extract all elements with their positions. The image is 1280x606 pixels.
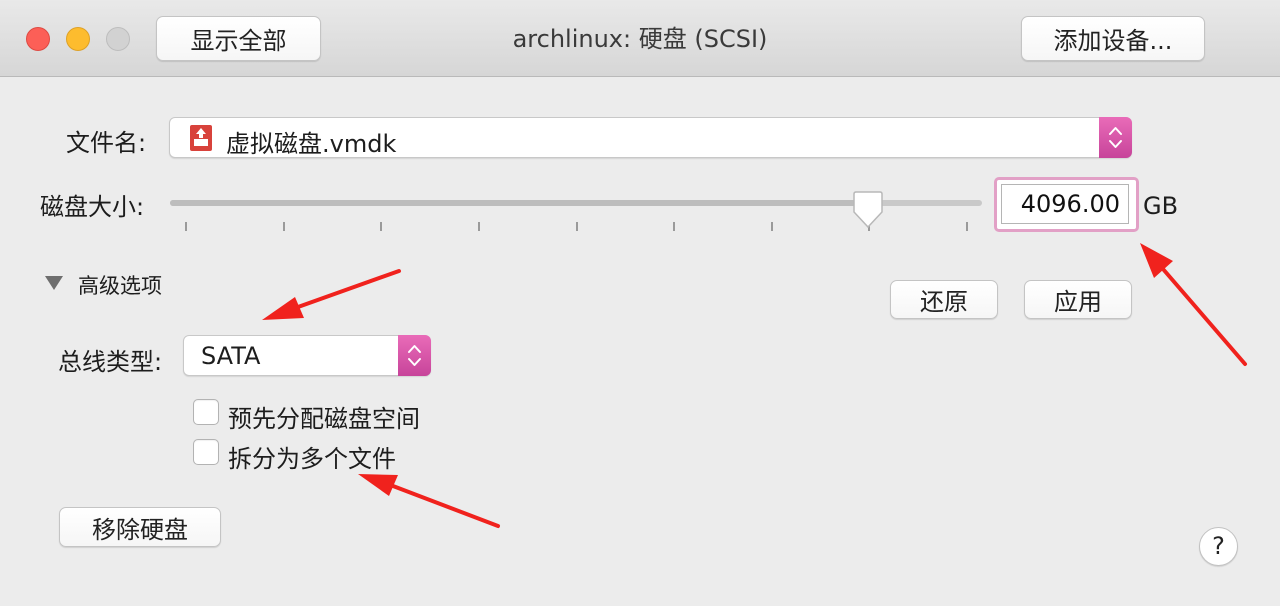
bus-type-label: 总线类型: [58,348,163,376]
preallocate-checkbox[interactable] [193,399,219,425]
slider-tick [283,222,285,231]
slider-tick [771,222,773,231]
file-name-popup[interactable]: 虚拟磁盘.vmdk [169,117,1132,158]
slider-tick [966,222,968,231]
slider-tick [185,222,187,231]
disk-size-unit: GB [1143,192,1179,220]
annotation-arrow [262,269,401,320]
file-name-label: 文件名: [66,129,147,157]
bus-type-stepper[interactable] [398,335,431,376]
apply-button[interactable]: 应用 [1024,280,1132,319]
split-files-label: 拆分为多个文件 [228,445,396,473]
bus-type-popup[interactable]: SATA [183,335,431,376]
remove-disk-button[interactable]: 移除硬盘 [59,507,221,547]
help-button[interactable]: ? [1199,527,1238,566]
slider-tick [673,222,675,231]
title-bar: archlinux: 硬盘 (SCSI) 显示全部 添加设备... [0,0,1280,77]
add-device-button[interactable]: 添加设备... [1021,16,1205,61]
disk-size-field-focus [994,177,1139,232]
disk-file-icon [188,124,214,152]
advanced-options-label: 高级选项 [78,274,162,298]
slider-tick [576,222,578,231]
disk-size-input[interactable] [1001,184,1129,224]
disk-size-label: 磁盘大小: [40,193,145,221]
file-popup-stepper[interactable] [1099,117,1132,158]
slider-tick [380,222,382,231]
file-name-value: 虚拟磁盘.vmdk [226,130,397,158]
disclosure-triangle-icon[interactable] [44,275,64,295]
chevron-updown-icon [408,345,421,366]
slider-tick [478,222,480,231]
slider-thumb[interactable] [850,190,886,230]
revert-button[interactable]: 还原 [890,280,998,319]
annotation-arrow [358,474,500,528]
slider-fill [170,200,869,206]
chevron-updown-icon [1109,127,1122,148]
show-all-button[interactable]: 显示全部 [156,16,321,61]
preallocate-label: 预先分配磁盘空间 [228,405,420,433]
annotation-arrow [1140,243,1247,366]
bus-type-value: SATA [201,342,261,370]
split-files-checkbox[interactable] [193,439,219,465]
